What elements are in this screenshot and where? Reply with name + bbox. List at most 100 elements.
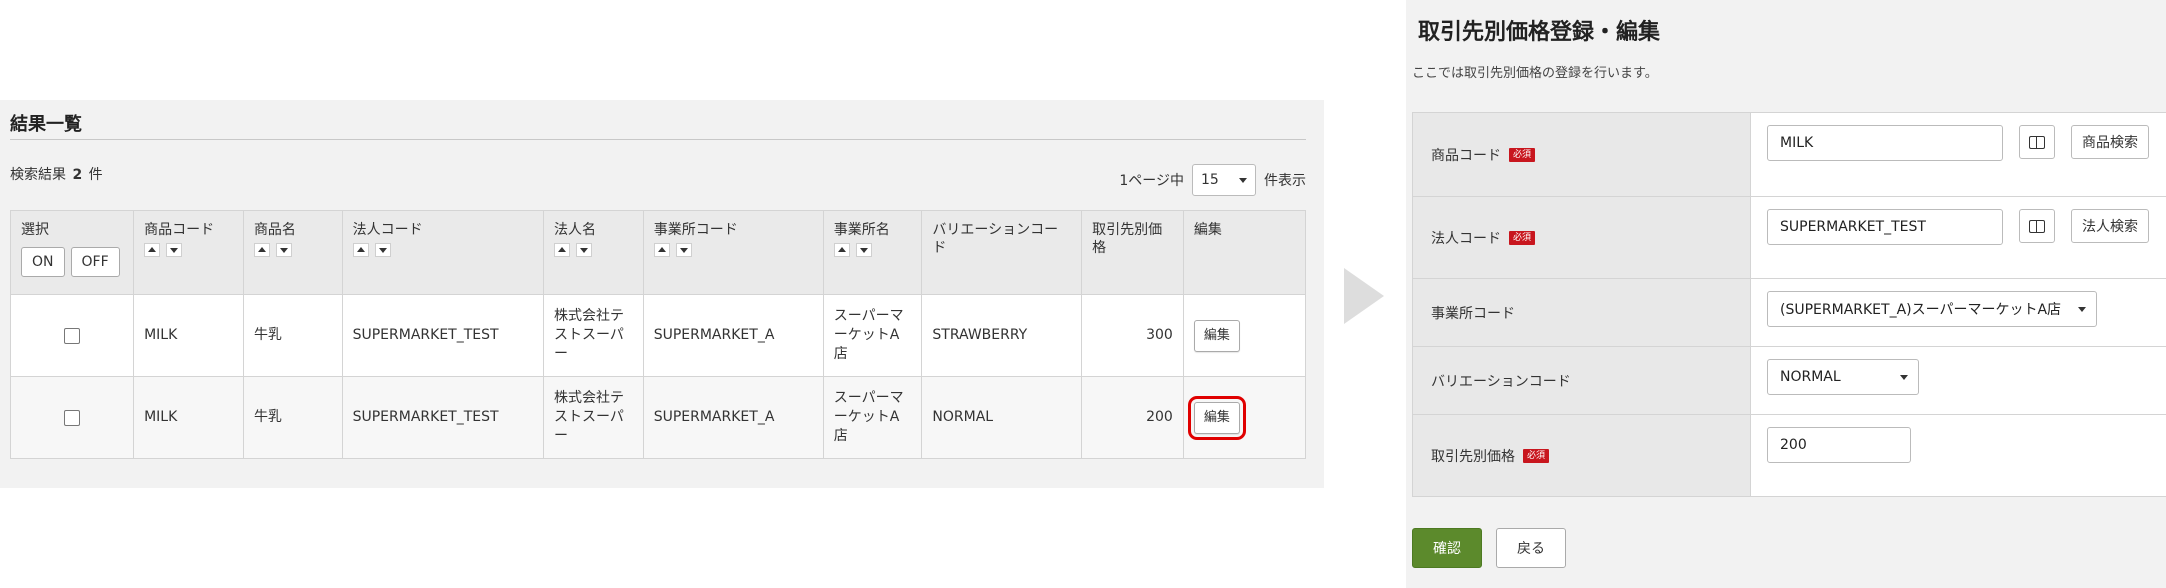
- result-bar: 検索結果 2 件 1ページ中 15 件表示: [10, 140, 1306, 210]
- cell-edit: 編集: [1182, 376, 1307, 459]
- per-page-prefix: 1ページ中: [1119, 173, 1184, 189]
- sort-asc-icon[interactable]: [253, 243, 270, 257]
- chevron-down-icon: [1239, 177, 1247, 183]
- price-input[interactable]: 200: [1767, 427, 1911, 463]
- form-label-corp-code: 法人コード 必須: [1412, 197, 1750, 278]
- required-badge: 必須: [1509, 147, 1536, 162]
- cell-corp-name: 株式会社テストスーパー: [543, 294, 644, 377]
- result-list-panel: 結果一覧 検索結果 2 件 1ページ中 15 件表示 選択 ON OFF 商品コ…: [0, 100, 1324, 488]
- corp-lookup-button[interactable]: [2019, 209, 2055, 243]
- form-row-price: 取引先別価格 必須 200: [1412, 415, 2166, 497]
- required-badge: 必須: [1523, 448, 1550, 463]
- select-all-off-button[interactable]: OFF: [70, 247, 120, 277]
- row-checkbox[interactable]: [64, 327, 81, 344]
- cell-variation-code: NORMAL: [921, 376, 1083, 459]
- cell-product-name: 牛乳: [242, 294, 343, 377]
- sort-asc-icon[interactable]: [653, 243, 670, 257]
- cell-corp-code: SUPERMARKET_TEST: [341, 376, 545, 459]
- sort-desc-icon[interactable]: [166, 243, 183, 257]
- confirm-button[interactable]: 確認: [1412, 528, 1482, 568]
- form-value-product-code: MILK 商品検索: [1750, 113, 2166, 196]
- per-page-value: 15: [1201, 172, 1219, 188]
- col-header-office-code-label: 事業所コード: [653, 222, 738, 238]
- edit-form-panel: 取引先別価格登録・編集 ここでは取引先別価格の登録を行います。 商品コード 必須…: [1406, 0, 2166, 588]
- product-lookup-button[interactable]: [2019, 125, 2055, 159]
- col-header-corp-name-label: 法人名: [554, 222, 597, 238]
- cell-price: 300: [1081, 294, 1184, 377]
- form-actions: 確認 戻る: [1412, 528, 1566, 568]
- sort-desc-icon[interactable]: [576, 243, 593, 257]
- col-header-product-code-label: 商品コード: [144, 222, 215, 238]
- col-header-edit: 編集: [1182, 210, 1307, 295]
- col-header-product-code: 商品コード: [133, 210, 244, 295]
- product-code-input[interactable]: MILK: [1767, 125, 2003, 161]
- corp-search-button[interactable]: 法人検索: [2071, 209, 2149, 243]
- col-header-product-name: 商品名: [242, 210, 343, 295]
- office-code-select[interactable]: (SUPERMARKET_A)スーパーマーケットA店: [1767, 291, 2097, 327]
- table-header-row: 選択 ON OFF 商品コード 商品名 法人コード 法人名 事業所コード 事業所…: [9, 210, 1307, 295]
- sort-desc-icon[interactable]: [374, 243, 391, 257]
- results-table: 選択 ON OFF 商品コード 商品名 法人コード 法人名 事業所コード 事業所…: [9, 210, 1307, 459]
- back-button[interactable]: 戻る: [1496, 528, 1566, 568]
- cell-price: 200: [1081, 376, 1184, 459]
- cell-corp-name: 株式会社テストスーパー: [543, 376, 644, 459]
- variation-code-select[interactable]: NORMAL: [1767, 359, 1919, 395]
- cell-office-code: SUPERMARKET_A: [642, 376, 824, 459]
- select-all-on-button[interactable]: ON: [21, 247, 65, 277]
- form-value-corp-code: SUPERMARKET_TEST 法人検索: [1750, 197, 2166, 278]
- edit-button[interactable]: 編集: [1193, 319, 1240, 352]
- col-header-office-name: 事業所名: [822, 210, 923, 295]
- sort-desc-icon[interactable]: [675, 243, 692, 257]
- col-header-select-label: 選択: [21, 222, 49, 238]
- sort-asc-icon[interactable]: [352, 243, 369, 257]
- col-header-office-code: 事業所コード: [642, 210, 824, 295]
- sort-asc-icon[interactable]: [144, 243, 161, 257]
- table-row: MILK 牛乳 SUPERMARKET_TEST 株式会社テストスーパー SUP…: [9, 376, 1307, 459]
- corp-code-input[interactable]: SUPERMARKET_TEST: [1767, 209, 2003, 245]
- book-icon: [2029, 136, 2045, 149]
- col-header-price: 取引先別価格: [1081, 210, 1184, 295]
- col-header-office-name-label: 事業所名: [833, 222, 890, 238]
- sort-desc-icon[interactable]: [275, 243, 292, 257]
- form-row-office-code: 事業所コード (SUPERMARKET_A)スーパーマーケットA店: [1412, 279, 2166, 347]
- row-checkbox[interactable]: [64, 409, 81, 426]
- sort-asc-icon[interactable]: [554, 243, 571, 257]
- arrow-right-icon: [1344, 268, 1384, 324]
- form-title: 取引先別価格登録・編集: [1418, 20, 1661, 45]
- product-search-button[interactable]: 商品検索: [2071, 125, 2149, 159]
- form-value-variation-code: NORMAL: [1750, 347, 2166, 414]
- form-label-product-code: 商品コード 必須: [1412, 113, 1750, 196]
- sort-asc-icon[interactable]: [833, 243, 850, 257]
- per-page-select[interactable]: 15: [1192, 164, 1256, 196]
- per-page-suffix: 件表示: [1264, 173, 1306, 189]
- cell-office-code: SUPERMARKET_A: [642, 294, 824, 377]
- result-list-title: 結果一覧: [10, 110, 1306, 140]
- required-badge: 必須: [1509, 230, 1536, 245]
- form-description: ここでは取引先別価格の登録を行います。: [1412, 66, 1658, 81]
- form-row-corp-code: 法人コード 必須 SUPERMARKET_TEST 法人検索: [1412, 197, 2166, 279]
- sort-desc-icon[interactable]: [855, 243, 872, 257]
- price-label: 取引先別価格: [1431, 448, 1515, 465]
- table-row: MILK 牛乳 SUPERMARKET_TEST 株式会社テストスーパー SUP…: [9, 294, 1307, 377]
- cell-office-name: スーパーマーケットA店: [822, 294, 923, 377]
- row-select-cell: [9, 294, 135, 377]
- per-page-control: 1ページ中 15 件表示: [1119, 164, 1306, 196]
- cell-office-name: スーパーマーケットA店: [822, 376, 923, 459]
- cell-edit: 編集: [1182, 294, 1307, 377]
- office-code-select-value: (SUPERMARKET_A)スーパーマーケットA店: [1780, 302, 2062, 318]
- col-header-corp-name: 法人名: [543, 210, 644, 295]
- book-icon: [2029, 220, 2045, 233]
- result-count-value: 2: [72, 167, 83, 183]
- result-count: 検索結果 2 件: [10, 164, 103, 184]
- form-row-product-code: 商品コード 必須 MILK 商品検索: [1412, 113, 2166, 197]
- cell-product-code: MILK: [133, 376, 244, 459]
- col-header-corp-code-label: 法人コード: [352, 222, 423, 238]
- cell-variation-code: STRAWBERRY: [921, 294, 1083, 377]
- form-value-price: 200: [1750, 415, 2166, 496]
- corp-code-label: 法人コード: [1431, 230, 1501, 247]
- variation-code-select-value: NORMAL: [1780, 369, 1841, 385]
- product-code-label: 商品コード: [1431, 147, 1501, 164]
- col-header-product-name-label: 商品名: [253, 222, 296, 238]
- cell-corp-code: SUPERMARKET_TEST: [341, 294, 545, 377]
- edit-button-highlighted[interactable]: 編集: [1187, 395, 1246, 440]
